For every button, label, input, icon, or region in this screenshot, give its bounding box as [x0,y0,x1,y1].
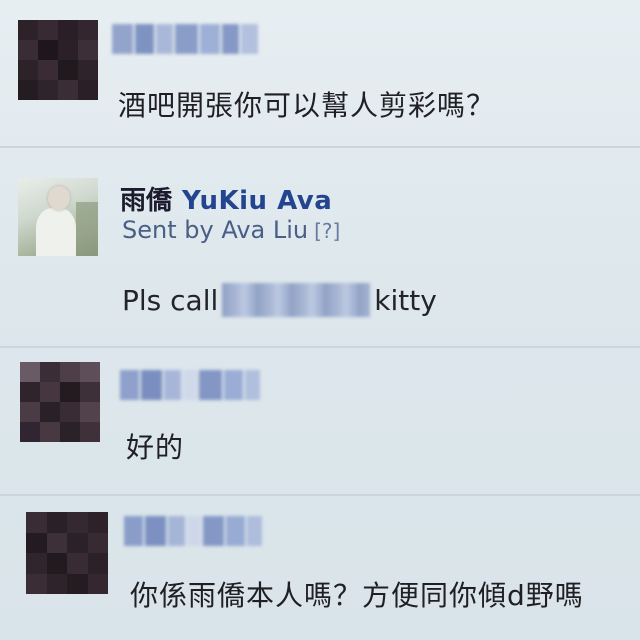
avatar-photo-head [48,186,70,210]
message-text-before: Pls call [122,283,219,317]
redacted-phone-number [222,283,371,317]
avatar-photo-background [76,202,98,256]
avatar[interactable] [18,20,98,100]
message-text: 酒吧開張你可以幫人剪彩嗎？ [118,89,496,122]
sender-name-latin[interactable]: YuKiu Ava [182,186,332,216]
sender-name[interactable]: 雨僑 YuKiu Ava [120,180,332,217]
message-text: Pls call kitty [122,283,437,317]
avatar-photo-figure [36,208,76,256]
message-divider [0,494,640,496]
message-divider [0,146,640,148]
sender-name-redacted[interactable] [120,370,260,400]
message-text: 好的 [126,431,185,464]
chat-thread: 酒吧開張你可以幫人剪彩嗎？ 雨僑 YuKiu Ava Sent by Ava Li… [0,0,640,640]
message-divider [0,346,640,348]
sent-by-text: Sent by Ava Liu [122,216,309,244]
avatar[interactable] [18,178,98,256]
sender-name-redacted[interactable] [112,24,259,54]
help-link[interactable]: [?] [314,219,340,243]
message-text-after: kitty [374,283,437,317]
sender-name-redacted[interactable] [124,516,262,546]
sender-name-cjk[interactable]: 雨僑 [120,186,172,216]
avatar[interactable] [26,512,108,594]
message-text: 你係雨僑本人嗎？方便同你傾d野嗎 [130,579,584,612]
avatar[interactable] [20,362,100,442]
sent-by-line: Sent by Ava Liu [?] [122,216,340,244]
